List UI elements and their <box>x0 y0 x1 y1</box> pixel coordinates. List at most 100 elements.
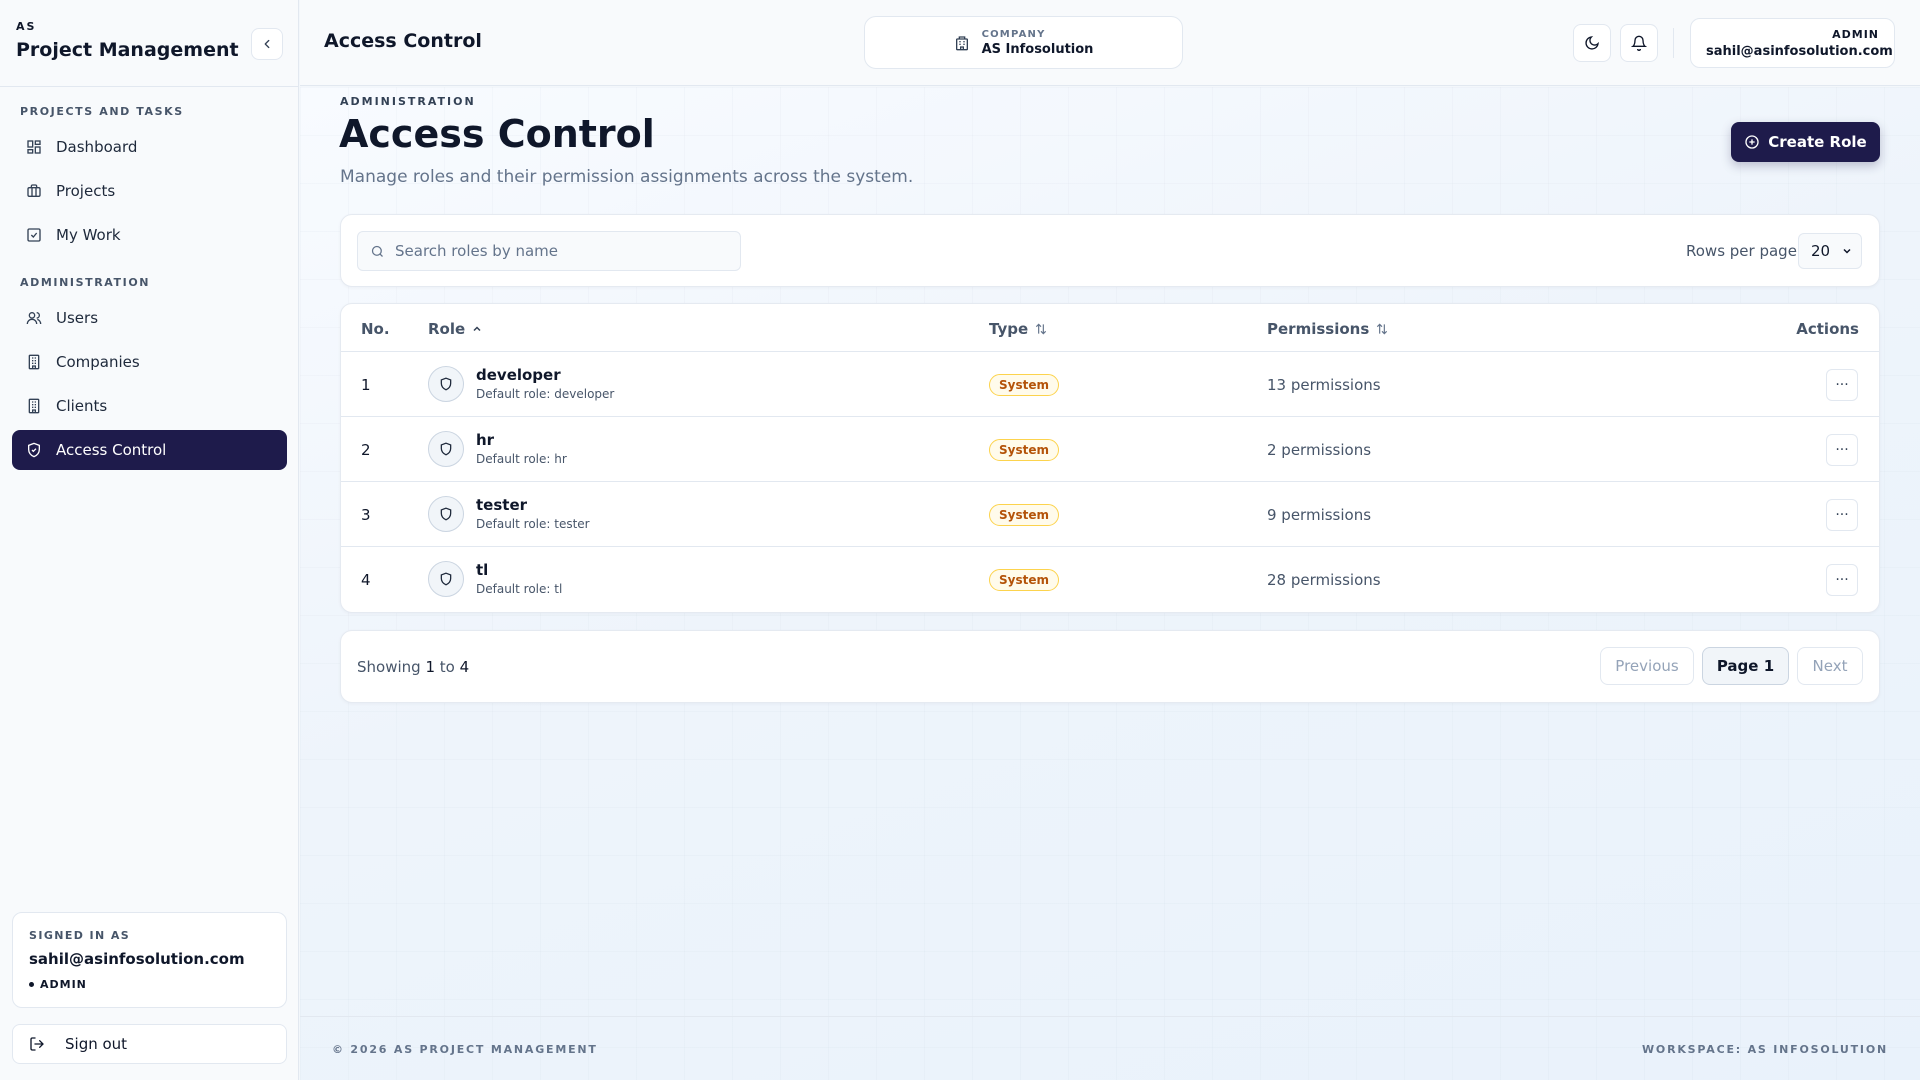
column-header-type[interactable]: Type <box>989 320 1048 338</box>
sidebar-item-my-work[interactable]: My Work <box>12 215 287 255</box>
header-separator <box>1673 28 1674 58</box>
table-row[interactable]: 2 hr Default role: hr System 2 permissio… <box>341 417 1879 482</box>
notifications-button[interactable] <box>1620 24 1658 62</box>
company-label: COMPANY <box>981 28 1046 40</box>
dashboard-icon <box>27 140 41 154</box>
row-actions-button[interactable]: ··· <box>1826 434 1858 466</box>
type-badge: System <box>989 439 1059 461</box>
row-number: 3 <box>361 506 371 524</box>
sidebar-item-label: Users <box>56 309 99 327</box>
create-role-button[interactable]: Create Role <box>1731 122 1880 162</box>
search-field <box>357 231 741 271</box>
sidebar-divider <box>0 86 299 87</box>
pagination-card: Showing 1 to 4 Previous Page 1 Next <box>340 630 1880 703</box>
moon-icon <box>1585 36 1599 50</box>
sidebar-item-clients[interactable]: Clients <box>12 386 287 426</box>
shield-icon <box>440 507 452 521</box>
company-name: AS Infosolution <box>981 41 1094 57</box>
search-input[interactable] <box>395 242 735 260</box>
users-icon <box>26 312 42 325</box>
role-name: tl <box>476 561 489 579</box>
top-bar: Access Control COMPANY AS Infosolution A… <box>300 0 1920 86</box>
showing-summary: Showing 1 to 4 <box>357 658 469 676</box>
row-actions-button[interactable]: ··· <box>1826 499 1858 531</box>
rows-per-page-value: 20 <box>1811 242 1831 260</box>
sidebar-item-companies[interactable]: Companies <box>12 342 287 382</box>
permissions-count: 9 permissions <box>1267 506 1372 524</box>
brand-abbrev: AS <box>16 20 37 33</box>
page-subtitle: Manage roles and their permission assign… <box>340 167 914 187</box>
showing-prefix: Showing <box>357 658 421 676</box>
user-email: sahil@asinfosolution.com <box>1706 44 1893 59</box>
page-eyebrow: ADMINISTRATION <box>340 95 476 108</box>
role-description: Default role: tester <box>476 517 590 531</box>
permissions-count: 2 permissions <box>1267 441 1372 459</box>
next-page-button[interactable]: Next <box>1797 647 1863 685</box>
row-number: 1 <box>361 376 371 394</box>
sidebar-item-users[interactable]: Users <box>12 298 287 338</box>
section-label-administration: ADMINISTRATION <box>20 276 151 289</box>
table-row[interactable]: 1 developer Default role: developer Syst… <box>341 352 1879 417</box>
table-body: 1 developer Default role: developer Syst… <box>341 352 1879 614</box>
role-avatar <box>428 431 464 467</box>
sidebar-item-label: Clients <box>56 397 108 415</box>
sort-asc-icon <box>473 326 481 332</box>
row-number: 2 <box>361 441 371 459</box>
row-actions-button[interactable]: ··· <box>1826 564 1858 596</box>
table-row[interactable]: 3 tester Default role: tester System 9 p… <box>341 482 1879 547</box>
signed-in-label: SIGNED IN AS <box>29 929 131 942</box>
logout-icon <box>30 1037 44 1051</box>
signed-in-card: SIGNED IN AS sahil@asinfosolution.com AD… <box>12 912 287 1008</box>
chevron-down-icon <box>1843 248 1851 254</box>
shield-icon <box>440 442 452 456</box>
column-header-permissions-label: Permissions <box>1267 320 1370 338</box>
role-avatar <box>428 496 464 532</box>
page-title: Access Control <box>339 112 655 156</box>
permissions-count: 28 permissions <box>1267 571 1381 589</box>
signed-in-role: ADMIN <box>29 978 270 991</box>
column-header-role-label: Role <box>428 320 466 338</box>
brand-title: Project Management <box>16 39 239 61</box>
permissions-count: 13 permissions <box>1267 376 1381 394</box>
row-actions-button[interactable]: ··· <box>1826 369 1858 401</box>
sidebar-item-projects[interactable]: Projects <box>12 171 287 211</box>
briefcase-icon <box>27 184 41 197</box>
row-number: 4 <box>361 571 371 589</box>
footer-workspace: WORKSPACE: AS INFOSOLUTION <box>1642 1043 1888 1056</box>
column-header-role[interactable]: Role <box>428 320 483 338</box>
sort-icon <box>1377 323 1388 335</box>
search-icon <box>371 245 383 257</box>
role-description: Default role: developer <box>476 387 615 401</box>
shield-icon <box>440 377 452 391</box>
signed-in-role-text: ADMIN <box>40 978 87 991</box>
showing-to: 4 <box>459 658 470 676</box>
column-header-actions: Actions <box>1796 320 1859 338</box>
sign-out-button[interactable]: Sign out <box>12 1024 287 1064</box>
rows-per-page-select[interactable]: 20 <box>1798 233 1862 269</box>
shield-icon <box>440 572 452 586</box>
column-header-no-label: No. <box>361 320 390 338</box>
toolbar-card: Rows per page 20 <box>340 214 1880 287</box>
rows-per-page-label: Rows per page <box>1686 242 1797 260</box>
role-description: Default role: hr <box>476 452 567 466</box>
footer-divider <box>300 1016 1920 1017</box>
company-switcher[interactable]: COMPANY AS Infosolution <box>864 16 1183 69</box>
collapse-sidebar-button[interactable] <box>251 28 283 60</box>
sort-icon <box>1036 323 1047 335</box>
showing-to-word: to <box>439 658 455 676</box>
table-row[interactable]: 4 tl Default role: tl System 28 permissi… <box>341 547 1879 612</box>
sidebar-item-access-control[interactable]: Access Control <box>12 430 287 470</box>
role-name: hr <box>476 431 495 449</box>
current-page-button[interactable]: Page 1 <box>1702 647 1789 685</box>
sign-out-label: Sign out <box>65 1035 128 1053</box>
sidebar-item-label: My Work <box>56 226 121 244</box>
role-avatar <box>428 366 464 402</box>
previous-page-button[interactable]: Previous <box>1600 647 1694 685</box>
column-header-permissions[interactable]: Permissions <box>1267 320 1389 338</box>
plus-circle-icon <box>1745 135 1759 149</box>
user-menu[interactable]: ADMIN sahil@asinfosolution.com <box>1690 18 1895 68</box>
theme-toggle-button[interactable] <box>1573 24 1611 62</box>
building-icon <box>28 398 40 414</box>
sidebar-item-dashboard[interactable]: Dashboard <box>12 127 287 167</box>
sidebar-item-label: Access Control <box>56 441 167 459</box>
